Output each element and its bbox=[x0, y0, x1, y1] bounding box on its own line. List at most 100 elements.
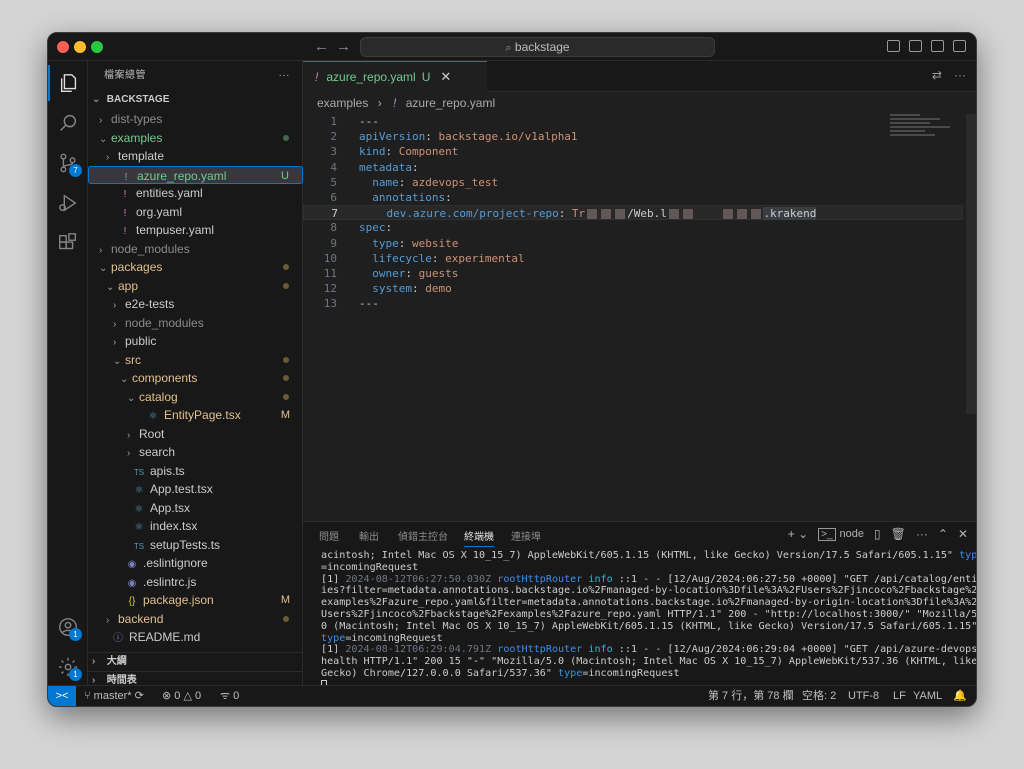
command-center-label: backstage bbox=[514, 40, 570, 54]
more-actions-icon[interactable]: ··· bbox=[916, 527, 928, 541]
folder-item[interactable]: ⌄ catalog bbox=[88, 388, 303, 407]
close-tab-icon[interactable]: ✕ bbox=[440, 69, 451, 85]
tab-problems[interactable]: 問題 bbox=[319, 528, 339, 543]
file-item[interactable]: ⚛ App.tsx bbox=[88, 499, 303, 518]
end-of-line[interactable]: LF bbox=[893, 686, 906, 706]
tree-item-label: node_modules bbox=[111, 241, 190, 256]
maximize-window-button[interactable] bbox=[91, 41, 103, 53]
tab-debug-console[interactable]: 偵錯主控台 bbox=[398, 528, 448, 543]
bell-icon[interactable]: 🔔 bbox=[953, 686, 967, 706]
more-actions-icon[interactable]: ··· bbox=[279, 61, 291, 91]
folder-item[interactable]: › node_modules bbox=[88, 314, 303, 333]
line-text: annotations: bbox=[372, 191, 452, 204]
tab-terminal[interactable]: 終端機 bbox=[464, 528, 494, 547]
run-debug-icon[interactable] bbox=[48, 185, 88, 221]
maximize-panel-icon[interactable]: ⌃ bbox=[938, 527, 948, 541]
explorer-icon[interactable] bbox=[48, 65, 88, 101]
folder-item[interactable]: › backend bbox=[88, 610, 303, 629]
file-item[interactable]: ⚛ EntityPage.tsx M bbox=[88, 406, 303, 425]
minimap[interactable] bbox=[890, 114, 960, 154]
customize-layout-icon[interactable] bbox=[953, 40, 966, 52]
file-item[interactable]: ◉ .eslintignore bbox=[88, 554, 303, 573]
encoding[interactable]: UTF-8 bbox=[848, 686, 879, 706]
folder-item[interactable]: › public bbox=[88, 332, 303, 351]
tab-output[interactable]: 輸出 bbox=[359, 528, 379, 543]
toggle-sidebar-icon[interactable] bbox=[887, 40, 900, 52]
folder-item[interactable]: ⌄ src bbox=[88, 351, 303, 370]
file-item[interactable]: {} package.json M bbox=[88, 591, 303, 610]
tab-label: azure_repo.yaml bbox=[326, 70, 416, 84]
account-icon[interactable]: 1 bbox=[48, 609, 88, 645]
folder-item[interactable]: › template bbox=[88, 147, 303, 166]
source-control-icon[interactable]: 7 bbox=[48, 145, 88, 181]
close-window-button[interactable] bbox=[57, 41, 69, 53]
outline-section[interactable]: › 大綱 bbox=[88, 652, 303, 671]
file-item[interactable]: TS setupTests.ts bbox=[88, 536, 303, 555]
tree-item-label: package.json bbox=[143, 593, 214, 607]
more-actions-icon[interactable]: ··· bbox=[954, 68, 966, 82]
folder-item[interactable]: › node_modules bbox=[88, 240, 303, 259]
language-mode[interactable]: YAML bbox=[913, 686, 942, 706]
workspace-root[interactable]: ⌄ BACKSTAGE bbox=[88, 91, 303, 110]
folder-item[interactable]: › e2e-tests bbox=[88, 295, 303, 314]
folder-item[interactable]: ⌄ examples bbox=[88, 129, 303, 148]
tree-item-label: src bbox=[125, 352, 141, 367]
tree-item-label: search bbox=[139, 445, 176, 459]
close-panel-icon[interactable]: ✕ bbox=[958, 527, 968, 541]
search-icon[interactable] bbox=[48, 105, 88, 141]
back-arrow-icon[interactable]: ← bbox=[314, 38, 329, 55]
new-terminal-icon[interactable]: + ⌄ bbox=[788, 527, 808, 541]
terminal-line: 0 (Macintosh; Intel Mac OS X 10_15_7) Ap… bbox=[321, 620, 977, 632]
folder-item[interactable]: › Root bbox=[88, 425, 303, 444]
indentation[interactable]: 空格: 2 bbox=[802, 686, 836, 706]
problems-status[interactable]: ⊗ 0 △ 0 bbox=[162, 686, 201, 706]
tab-azure-repo-yaml[interactable]: ! azure_repo.yaml U ✕ bbox=[303, 61, 487, 92]
scm-badge: 7 bbox=[69, 164, 82, 177]
file-item[interactable]: ! org.yaml bbox=[88, 203, 303, 222]
minimize-window-button[interactable] bbox=[74, 41, 86, 53]
cursor-position[interactable]: 第 7 行，第 78 欄 bbox=[708, 686, 794, 706]
trash-icon[interactable]: 🗑 bbox=[891, 527, 906, 541]
terminal-shell-label[interactable]: node bbox=[840, 528, 864, 540]
folder-item[interactable]: › search bbox=[88, 443, 303, 462]
open-changes-icon[interactable]: ⇄ bbox=[932, 68, 942, 82]
tree-item-label: azure_repo.yaml bbox=[137, 168, 227, 183]
tab-ports[interactable]: 連接埠 bbox=[511, 528, 541, 543]
line-number: 5 bbox=[330, 175, 337, 189]
folder-item[interactable]: ⌄ packages bbox=[88, 258, 303, 277]
code-line: 1 --- bbox=[303, 114, 963, 129]
split-terminal-icon[interactable]: ▯ bbox=[874, 527, 881, 541]
remote-indicator[interactable]: >< bbox=[48, 686, 76, 706]
toggle-secondary-sidebar-icon[interactable] bbox=[931, 40, 944, 52]
terminal-shell-icon: >_ bbox=[818, 527, 836, 541]
folder-item[interactable]: ⌄ app bbox=[88, 277, 303, 296]
breadcrumb-file[interactable]: azure_repo.yaml bbox=[406, 96, 495, 110]
command-center-search[interactable]: ⌕ backstage bbox=[360, 37, 715, 57]
gear-icon[interactable]: 1 bbox=[48, 649, 88, 685]
file-item[interactable]: ! entities.yaml bbox=[88, 184, 303, 203]
breadcrumb-folder[interactable]: examples bbox=[317, 96, 368, 110]
search-icon: ⌕ bbox=[505, 42, 512, 54]
ports-status[interactable]: ᯤ 0 bbox=[220, 686, 239, 706]
extensions-icon[interactable] bbox=[48, 225, 88, 261]
file-item[interactable]: ! tempuser.yaml bbox=[88, 221, 303, 240]
terminal-output[interactable]: acintosh; Intel Mac OS X 10_15_7) AppleW… bbox=[321, 550, 977, 692]
toggle-panel-icon[interactable] bbox=[909, 40, 922, 52]
file-item[interactable]: ! azure_repo.yaml U bbox=[88, 165, 303, 184]
code-line: 4 metadata: bbox=[303, 160, 963, 175]
file-item[interactable]: TS apis.ts bbox=[88, 462, 303, 481]
folder-item[interactable]: › dist-types bbox=[88, 110, 303, 129]
editor-scrollbar[interactable] bbox=[966, 114, 976, 414]
file-item[interactable]: ◉ .eslintrc.js bbox=[88, 573, 303, 592]
code-line: 11 owner: guests bbox=[303, 266, 963, 281]
tree-item-label: tempuser.yaml bbox=[136, 223, 215, 237]
file-item[interactable]: ⓘ README.md bbox=[88, 628, 303, 647]
forward-arrow-icon[interactable]: → bbox=[336, 38, 351, 55]
branch-status[interactable]: ⑂ master* ⟳ bbox=[84, 686, 144, 706]
folder-item[interactable]: ⌄ components bbox=[88, 369, 303, 388]
terminal-line: [1] 2024-08-12T06:27:50.030Z rootHttpRou… bbox=[321, 573, 977, 585]
file-item[interactable]: ⚛ App.test.tsx bbox=[88, 480, 303, 499]
file-item[interactable]: ⚛ index.tsx bbox=[88, 517, 303, 536]
line-number: 8 bbox=[330, 221, 337, 235]
panel-tabs: 問題 輸出 偵錯主控台 終端機 連接埠 + ⌄ >_ node ▯ 🗑 ··· … bbox=[303, 522, 976, 548]
